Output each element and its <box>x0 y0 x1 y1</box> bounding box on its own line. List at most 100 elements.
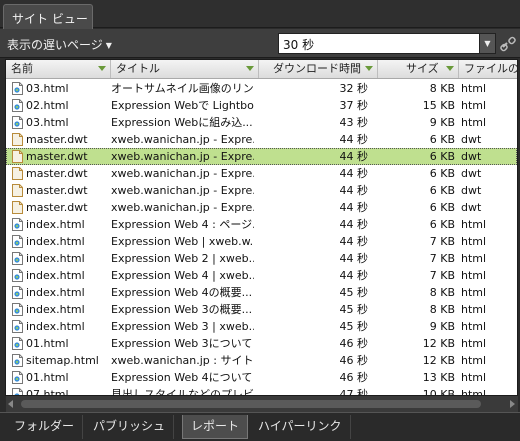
table-row[interactable]: 07.html 見出しスタイルなどのプレビュ... 47 秒 10 KB html <box>6 386 517 396</box>
table-row[interactable]: 03.html オートサムネイル画像のリン... 32 秒 8 KB html <box>6 80 517 97</box>
table-row[interactable]: master.dwt xweb.wanichan.jp - Expre... 44 … <box>6 182 517 199</box>
cell-download-time: 44 秒 <box>339 269 369 282</box>
html-file-icon <box>12 388 23 395</box>
table-row[interactable]: index.html Expression Web 3の概要... 45 秒 8 KB… <box>6 301 517 318</box>
column-header-size[interactable]: サイズ <box>378 60 459 78</box>
filter-arrow-icon <box>98 66 106 71</box>
cell-name: index.html <box>26 320 85 333</box>
cell-size: 9 KB <box>429 320 455 333</box>
cell-size: 9 KB <box>429 116 455 129</box>
cell-file-type: html <box>461 388 487 396</box>
cell-title: 見出しスタイルなどのプレビュ... <box>111 388 254 396</box>
cell-title: Expression Webに組み込... <box>111 116 253 129</box>
cell-name: 03.html <box>26 82 69 95</box>
cell-size: 12 KB <box>422 354 455 367</box>
html-file-icon <box>12 286 23 299</box>
filter-arrow-icon <box>446 66 454 71</box>
tab-publishing[interactable]: パブリッシュ <box>85 415 175 439</box>
report-table: 名前 タイトル ダウンロード時間 サイズ ファイルの... 03.html オート… <box>5 59 518 396</box>
table-row[interactable]: 01.html Expression Web 4について ... 46 秒 13 KB… <box>6 369 517 386</box>
template-file-icon <box>12 150 23 163</box>
cell-size: 15 KB <box>422 99 455 112</box>
cell-size: 6 KB <box>429 133 455 146</box>
table-row[interactable]: master.dwt xweb.wanichan.jp - Expre... 44 … <box>6 199 517 216</box>
cell-size: 13 KB <box>422 371 455 384</box>
table-row[interactable]: master.dwt xweb.wanichan.jp - Expre... 44 … <box>6 165 517 182</box>
cell-name: master.dwt <box>26 133 88 146</box>
html-file-icon <box>12 337 23 350</box>
cell-name: 01.html <box>26 371 69 384</box>
cell-title: オートサムネイル画像のリン... <box>111 82 254 95</box>
cell-download-time: 44 秒 <box>339 201 369 214</box>
hyperlink-icon[interactable] <box>500 36 518 52</box>
template-file-icon <box>12 133 23 146</box>
chevron-down-icon: ▼ <box>105 41 112 50</box>
table-row[interactable]: sitemap.html xweb.wanichan.jp : サイトマ... 46… <box>6 352 517 369</box>
table-body: 03.html オートサムネイル画像のリン... 32 秒 8 KB html 02.ht… <box>6 80 517 396</box>
cell-download-time: 47 秒 <box>339 388 369 396</box>
cell-title: Expression Web 3について ... <box>111 337 254 350</box>
cell-file-type: html <box>461 269 487 282</box>
cell-file-type: html <box>461 371 487 384</box>
cell-file-type: html <box>461 252 487 265</box>
table-row[interactable]: index.html Expression Web 2 | xweb... 44 秒… <box>6 250 517 267</box>
cell-size: 8 KB <box>429 82 455 95</box>
table-row[interactable]: master.dwt xweb.wanichan.jp - Expre... 44 … <box>6 148 517 165</box>
cell-download-time: 44 秒 <box>339 167 369 180</box>
report-type-dropdown[interactable]: 表示の遅いページ ▼ <box>7 36 112 53</box>
filter-arrow-icon <box>246 66 254 71</box>
cell-download-time: 44 秒 <box>339 150 369 163</box>
cell-size: 6 KB <box>429 167 455 180</box>
cell-download-time: 44 秒 <box>339 218 369 231</box>
scroll-right-icon[interactable] <box>510 400 515 408</box>
report-toolbar: 表示の遅いページ ▼ 30 秒 ▼ <box>0 29 520 58</box>
cell-file-type: html <box>461 218 487 231</box>
table-row[interactable]: 02.html Expression Webで Lightbo... 37 秒 15 … <box>6 97 517 114</box>
table-row[interactable]: index.html Expression Web 3 | xweb... 45 秒… <box>6 318 517 335</box>
scroll-left-icon[interactable] <box>8 400 13 408</box>
table-row[interactable]: index.html Expression Web 4の概要... 45 秒 8 KB… <box>6 284 517 301</box>
cell-title: xweb.wanichan.jp - Expre... <box>111 184 254 197</box>
table-row[interactable]: 01.html Expression Web 3について ... 46 秒 12 KB… <box>6 335 517 352</box>
cell-title: Expression Web 4について ... <box>111 371 254 384</box>
cell-size: 8 KB <box>429 286 455 299</box>
cell-download-time: 45 秒 <box>339 320 369 333</box>
cell-title: xweb.wanichan.jp - Expre... <box>111 133 254 146</box>
cell-name: 03.html <box>26 116 69 129</box>
cell-title: Expression Web 4の概要... <box>111 286 253 299</box>
column-header-title[interactable]: タイトル <box>111 60 259 78</box>
cell-title: xweb.wanichan.jp : サイトマ... <box>111 354 254 367</box>
column-header-type[interactable]: ファイルの... <box>459 60 517 78</box>
column-header-download-time[interactable]: ダウンロード時間 <box>259 60 378 78</box>
table-row[interactable]: index.html Expression Web 4 | xweb... 44 秒… <box>6 267 517 284</box>
cell-download-time: 32 秒 <box>339 82 369 95</box>
chevron-down-icon[interactable]: ▼ <box>479 34 495 53</box>
scrollbar-thumb[interactable] <box>21 400 481 408</box>
filter-arrow-icon <box>365 66 373 71</box>
cell-size: 6 KB <box>429 184 455 197</box>
column-header-name[interactable]: 名前 <box>6 60 111 78</box>
table-row[interactable]: index.html Expression Web 4 : ページ... 44 秒 6… <box>6 216 517 233</box>
table-row[interactable]: master.dwt xweb.wanichan.jp - Expre... 44 … <box>6 131 517 148</box>
table-row[interactable]: index.html Expression Web | xweb.w... 44 秒… <box>6 233 517 250</box>
cell-title: Expression Web 3 | xweb... <box>111 320 254 333</box>
tab-folders[interactable]: フォルダー <box>6 415 84 439</box>
cell-file-type: html <box>461 354 487 367</box>
html-file-icon <box>12 235 23 248</box>
tab-reports[interactable]: レポート <box>182 415 249 439</box>
tab-site-view[interactable]: サイト ビュー <box>3 4 93 29</box>
html-file-icon <box>12 218 23 231</box>
cell-title: Expression Web 4 : ページ... <box>111 218 254 231</box>
period-select[interactable]: 30 秒 ▼ <box>278 33 496 54</box>
period-value: 30 秒 <box>283 38 315 52</box>
cell-file-type: html <box>461 286 487 299</box>
cell-name: index.html <box>26 286 85 299</box>
table-row[interactable]: 03.html Expression Webに組み込... 43 秒 9 KB html <box>6 114 517 131</box>
cell-file-type: dwt <box>461 133 482 146</box>
cell-title: Expression Web 4 | xweb... <box>111 269 254 282</box>
horizontal-scrollbar[interactable] <box>6 396 518 412</box>
tab-hyperlinks[interactable]: ハイパーリンク <box>250 415 351 439</box>
cell-download-time: 46 秒 <box>339 371 369 384</box>
cell-download-time: 45 秒 <box>339 286 369 299</box>
cell-title: xweb.wanichan.jp - Expre... <box>111 150 254 163</box>
